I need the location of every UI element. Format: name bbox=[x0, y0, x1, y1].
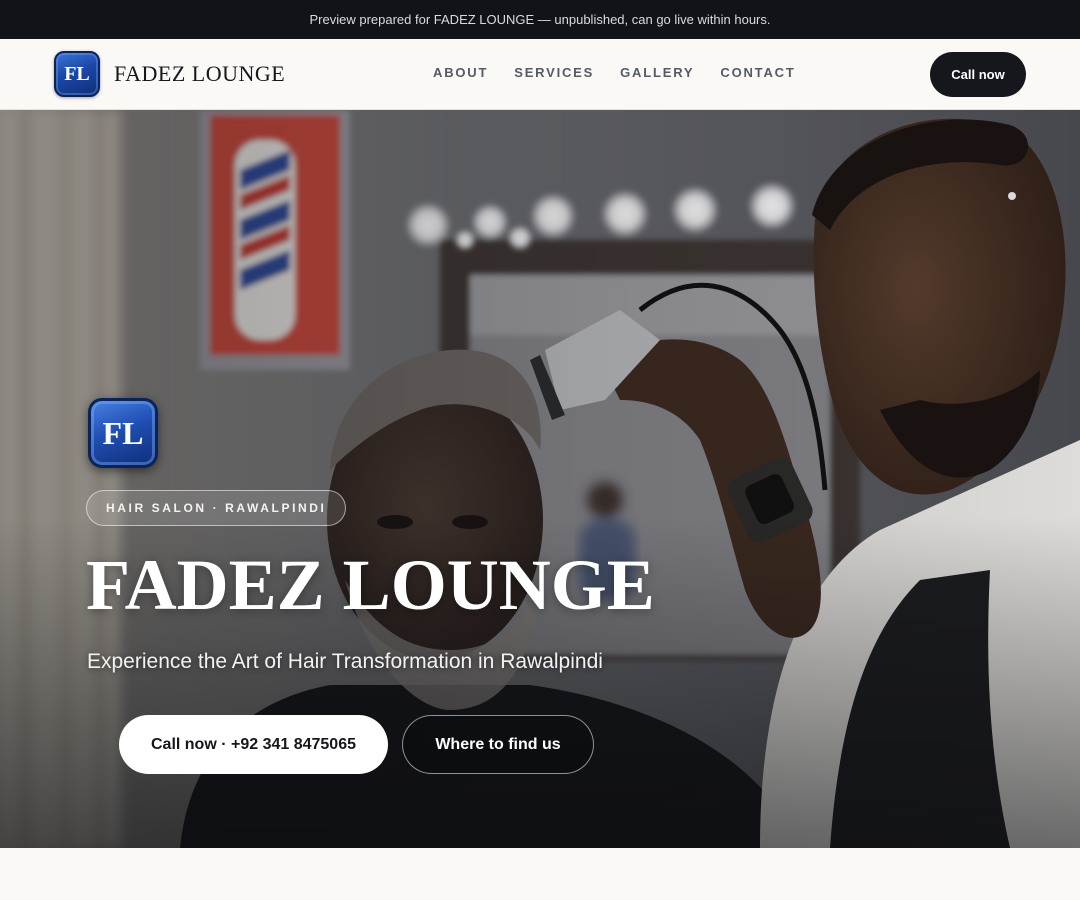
hero-subtitle: Experience the Art of Hair Transformatio… bbox=[87, 650, 603, 673]
hero-section: FL HAIR SALON · RAWALPINDI FADEZ LOUNGE … bbox=[0, 110, 1080, 848]
nav-services[interactable]: SERVICES bbox=[514, 65, 594, 80]
nav-contact[interactable]: CONTACT bbox=[720, 65, 795, 80]
nav-about[interactable]: ABOUT bbox=[433, 65, 488, 80]
hero-logo-text: FL bbox=[102, 414, 144, 451]
hero-logo-badge: FL bbox=[88, 398, 158, 468]
category-badge: HAIR SALON · RAWALPINDI bbox=[86, 490, 347, 526]
call-now-button[interactable]: Call now · +92 341 8475065 bbox=[119, 715, 388, 774]
header-call-button[interactable]: Call now bbox=[930, 52, 1026, 97]
site-header: FL FADEZ LOUNGE ABOUT SERVICES GALLERY C… bbox=[0, 39, 1080, 110]
logo-badge[interactable]: FL bbox=[54, 51, 100, 97]
hero-title: FADEZ LOUNGE bbox=[86, 545, 655, 625]
preview-banner-text: Preview prepared for FADEZ LOUNGE — unpu… bbox=[309, 12, 771, 27]
brand-name[interactable]: FADEZ LOUNGE bbox=[114, 61, 285, 87]
category-badge-text: HAIR SALON · RAWALPINDI bbox=[106, 501, 327, 515]
logo-text: FL bbox=[64, 62, 90, 85]
main-nav: ABOUT SERVICES GALLERY CONTACT bbox=[433, 65, 796, 80]
where-to-find-us-button[interactable]: Where to find us bbox=[402, 715, 594, 774]
nav-gallery[interactable]: GALLERY bbox=[620, 65, 694, 80]
preview-banner: Preview prepared for FADEZ LOUNGE — unpu… bbox=[0, 0, 1080, 39]
